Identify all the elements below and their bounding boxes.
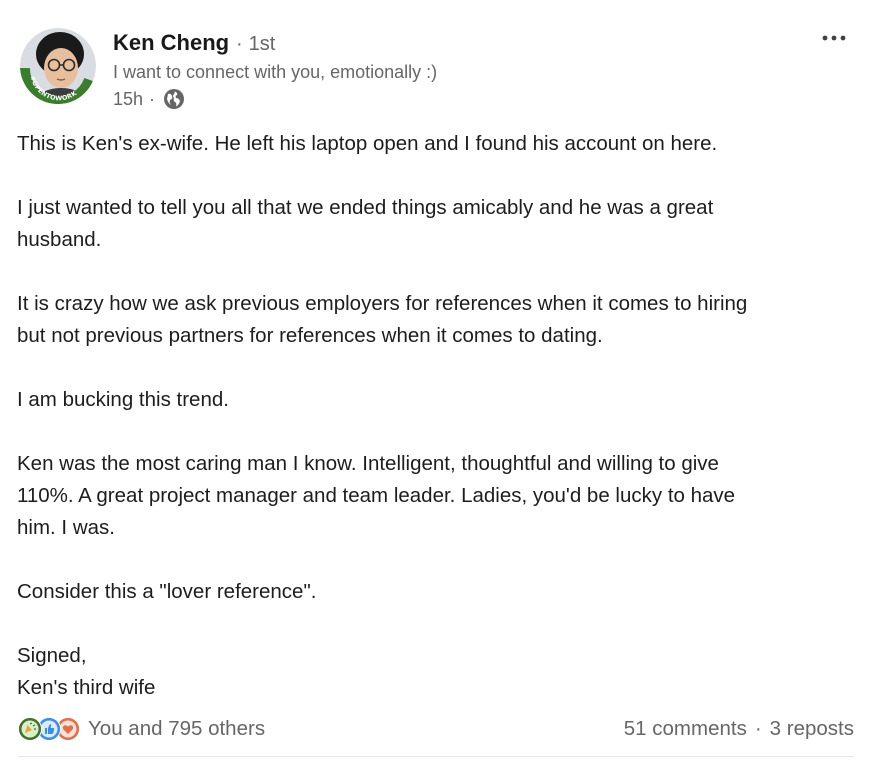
- post-text-line: Consider this a "lover reference".: [17, 580, 317, 603]
- engagement-counts: 51 comments · 3 reposts: [624, 715, 854, 743]
- post-meta: 15h ·: [113, 87, 185, 111]
- degree-label: 1st: [248, 33, 276, 55]
- reposts-count[interactable]: 3 reposts: [770, 717, 854, 741]
- meta-separator: ·: [149, 88, 156, 109]
- comments-count[interactable]: 51 comments: [624, 717, 747, 741]
- post-paragraph: I just wanted to tell you all that we en…: [17, 192, 857, 256]
- more-options-button[interactable]: [818, 26, 850, 50]
- post-text-line: him. I was.: [17, 516, 115, 539]
- post-paragraph: I am bucking this trend.: [17, 384, 857, 416]
- more-options-icon: [822, 35, 846, 41]
- post-text-line: husband.: [17, 228, 102, 251]
- post-text-line: It is crazy how we ask previous employer…: [17, 292, 748, 315]
- reactions-summary[interactable]: You and 795 others: [18, 715, 265, 743]
- degree-separator: ·: [236, 33, 243, 55]
- reaction-icons: [18, 716, 80, 742]
- post-time: 15h: [113, 88, 144, 109]
- post-paragraph: Consider this a "lover reference".: [17, 576, 857, 608]
- post-paragraph: It is crazy how we ask previous employer…: [17, 288, 857, 352]
- divider: [18, 756, 854, 757]
- author-name[interactable]: Ken Cheng: [113, 30, 229, 56]
- post-text-line: Signed,: [17, 644, 87, 667]
- avatar-image: #OPENTOWORK: [20, 28, 96, 104]
- feed-post: #OPENTOWORK Ken Cheng · 1st I want to con…: [0, 0, 874, 768]
- post-text-line: but not previous partners for references…: [17, 324, 603, 347]
- post-text-line: 110%. A great project manager and team l…: [17, 484, 736, 507]
- post-text-line: This is Ken's ex-wife. He left his lapto…: [17, 132, 718, 155]
- post-text-line: Ken's third wife: [17, 676, 156, 699]
- post-text-line: I just wanted to tell you all that we en…: [17, 196, 714, 219]
- post-paragraph: Ken was the most caring man I know. Inte…: [17, 448, 857, 544]
- post-paragraph: This is Ken's ex-wife. He left his lapto…: [17, 128, 857, 160]
- author-avatar[interactable]: #OPENTOWORK: [20, 28, 96, 104]
- author-headline: I want to connect with you, emotionally …: [113, 62, 438, 82]
- post-text-line: I am bucking this trend.: [17, 388, 229, 411]
- post-text-line: Ken was the most caring man I know. Inte…: [17, 452, 719, 475]
- globe-icon: [163, 88, 185, 110]
- post-body: This is Ken's ex-wife. He left his lapto…: [17, 128, 857, 704]
- counts-separator: ·: [754, 717, 762, 740]
- celebrate-icon: [18, 717, 42, 741]
- reactions-count[interactable]: You and 795 others: [88, 717, 265, 741]
- connection-degree: · 1st: [236, 33, 275, 56]
- post-paragraph: Signed, Ken's third wife: [17, 640, 857, 704]
